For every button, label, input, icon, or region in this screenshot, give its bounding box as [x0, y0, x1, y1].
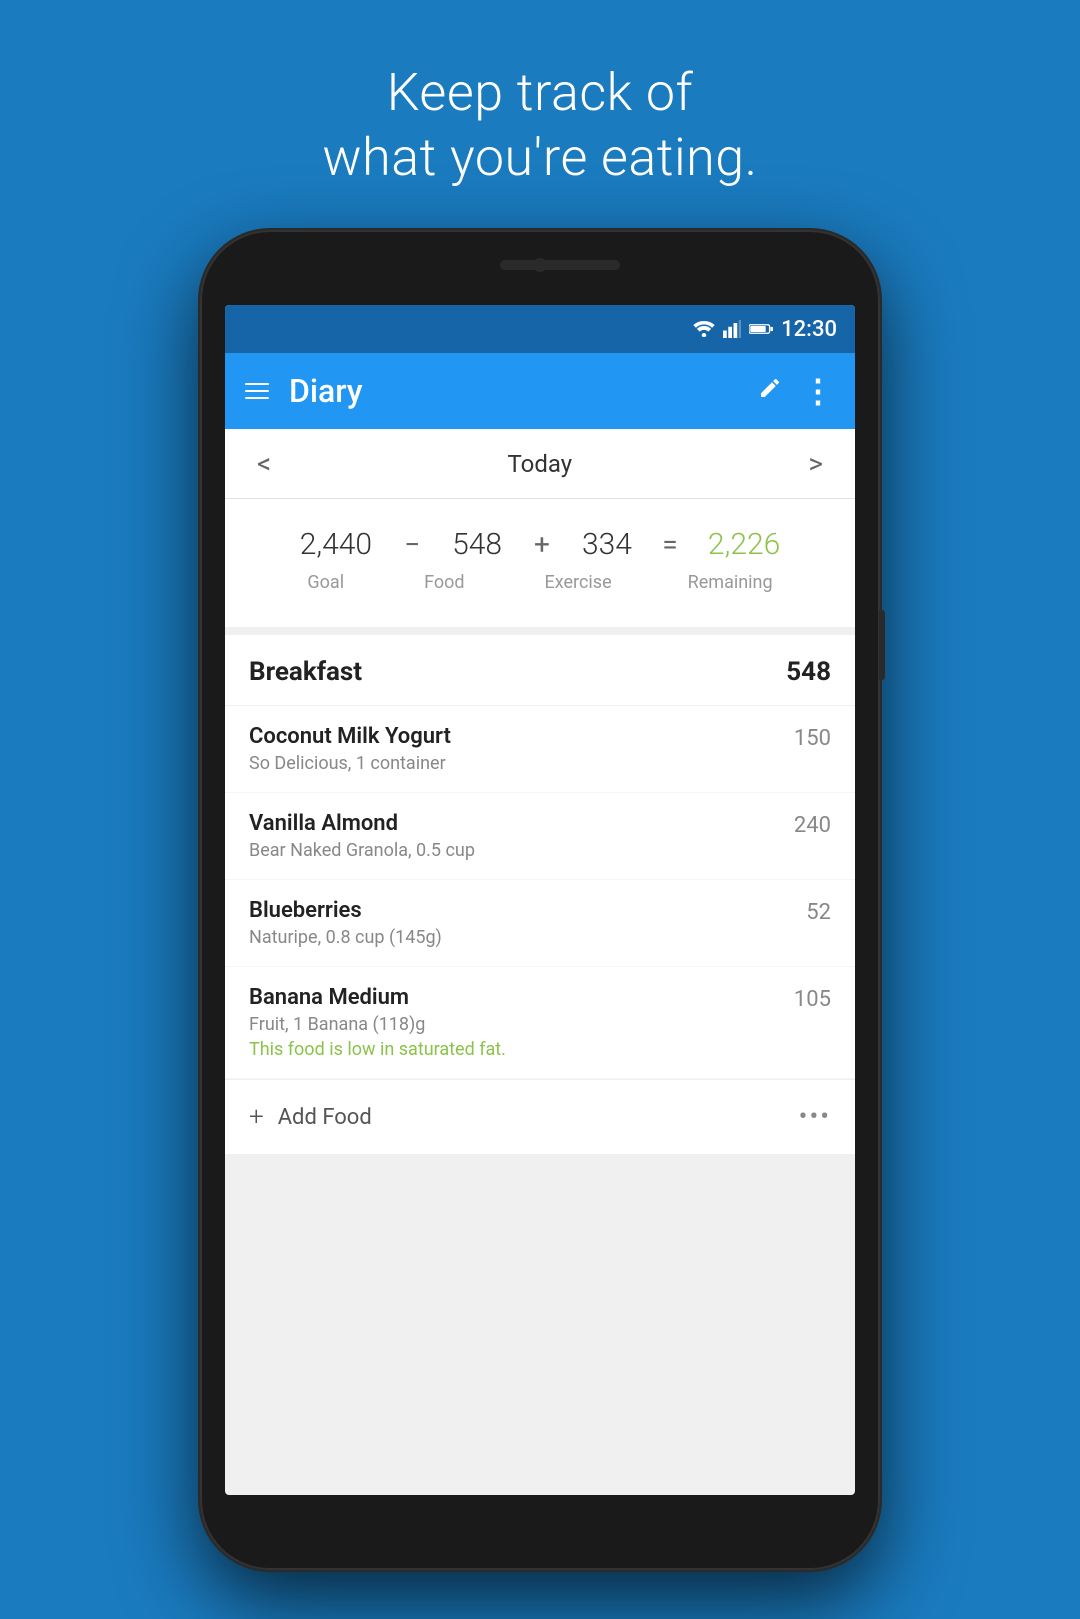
remaining-label: Remaining [688, 572, 773, 593]
food-note: This food is low in saturated fat. [249, 1039, 778, 1060]
exercise-col: 334 [582, 527, 632, 562]
food-name: Vanilla Almond [249, 811, 778, 836]
status-icons: 12:30 [693, 317, 837, 342]
goal-value: 2,440 [300, 527, 372, 562]
signal-icon [723, 320, 741, 338]
phone-screen: 12:30 Diary ⋮ < Today > [225, 305, 855, 1495]
food-info: Vanilla Almond Bear Naked Granola, 0.5 c… [249, 811, 778, 861]
calorie-labels-row: Goal Food Exercise Remaining [249, 572, 831, 593]
status-bar: 12:30 [225, 305, 855, 353]
hamburger-menu-icon[interactable] [245, 383, 269, 399]
minus-operator: − [388, 528, 436, 561]
food-name: Coconut Milk Yogurt [249, 724, 778, 749]
more-options-icon[interactable]: ⋮ [802, 375, 835, 407]
breakfast-calories: 548 [786, 657, 831, 687]
add-food-button[interactable]: + Add Food [249, 1102, 372, 1132]
calorie-values-row: 2,440 − 548 + 334 = 2,226 [249, 527, 831, 562]
goal-label-col: Goal [307, 572, 344, 593]
date-navigation: < Today > [225, 429, 855, 499]
remaining-value: 2,226 [708, 527, 780, 562]
food-item[interactable]: Blueberries Naturipe, 0.8 cup (145g) 52 [225, 880, 855, 967]
food-value: 548 [452, 527, 502, 562]
food-list: Breakfast 548 Coconut Milk Yogurt So Del… [225, 635, 855, 1154]
breakfast-section: Breakfast 548 Coconut Milk Yogurt So Del… [225, 635, 855, 1154]
exercise-label: Exercise [545, 572, 612, 593]
headline-line1: Keep track of [322, 60, 757, 125]
app-title: Diary [289, 372, 738, 410]
prev-day-button[interactable]: < [249, 439, 279, 488]
food-detail: So Delicious, 1 container [249, 753, 778, 774]
remaining-label-col: Remaining [688, 572, 773, 593]
battery-icon [749, 322, 773, 336]
food-name: Banana Medium [249, 985, 778, 1010]
app-bar: Diary ⋮ [225, 353, 855, 429]
food-item[interactable]: Banana Medium Fruit, 1 Banana (118)g Thi… [225, 967, 855, 1079]
add-food-row: + Add Food ••• [225, 1079, 855, 1154]
food-info: Coconut Milk Yogurt So Delicious, 1 cont… [249, 724, 778, 774]
food-detail: Bear Naked Granola, 0.5 cup [249, 840, 778, 861]
next-day-button[interactable]: > [800, 439, 831, 488]
food-col: 548 [452, 527, 502, 562]
food-calories: 105 [794, 985, 831, 1012]
food-label: Food [424, 572, 464, 593]
status-time: 12:30 [781, 317, 837, 342]
wifi-icon [693, 321, 715, 337]
breakfast-header: Breakfast 548 [225, 635, 855, 706]
app-bar-actions: ⋮ [758, 375, 835, 407]
calorie-summary: 2,440 − 548 + 334 = 2,226 Goal [225, 499, 855, 635]
food-detail: Naturipe, 0.8 cup (145g) [249, 927, 790, 948]
breakfast-title: Breakfast [249, 657, 362, 687]
food-calories: 240 [794, 811, 831, 838]
add-food-icon: + [249, 1102, 264, 1132]
equals-operator: = [648, 528, 692, 561]
exercise-value: 334 [582, 527, 632, 562]
food-name: Blueberries [249, 898, 790, 923]
food-info: Blueberries Naturipe, 0.8 cup (145g) [249, 898, 790, 948]
food-calories: 52 [806, 898, 831, 925]
food-detail: Fruit, 1 Banana (118)g [249, 1014, 778, 1035]
food-item[interactable]: Coconut Milk Yogurt So Delicious, 1 cont… [225, 706, 855, 793]
food-info: Banana Medium Fruit, 1 Banana (118)g Thi… [249, 985, 778, 1060]
edit-icon[interactable] [758, 376, 782, 406]
remaining-col: 2,226 [708, 527, 780, 562]
headline: Keep track of what you're eating. [322, 60, 757, 190]
food-item[interactable]: Vanilla Almond Bear Naked Granola, 0.5 c… [225, 793, 855, 880]
headline-line2: what you're eating. [322, 125, 757, 190]
phone-volume-button [879, 610, 885, 680]
food-calories: 150 [794, 724, 831, 751]
goal-label: Goal [307, 572, 344, 593]
phone-mockup: 12:30 Diary ⋮ < Today > [200, 230, 880, 1570]
add-food-label: Add Food [278, 1105, 372, 1130]
food-label-col: Food [424, 572, 464, 593]
plus-operator: + [518, 528, 566, 561]
goal-col: 2,440 [300, 527, 372, 562]
current-date-label: Today [507, 450, 572, 478]
phone-speaker [500, 260, 620, 270]
more-options-button[interactable]: ••• [799, 1102, 831, 1132]
exercise-label-col: Exercise [545, 572, 612, 593]
